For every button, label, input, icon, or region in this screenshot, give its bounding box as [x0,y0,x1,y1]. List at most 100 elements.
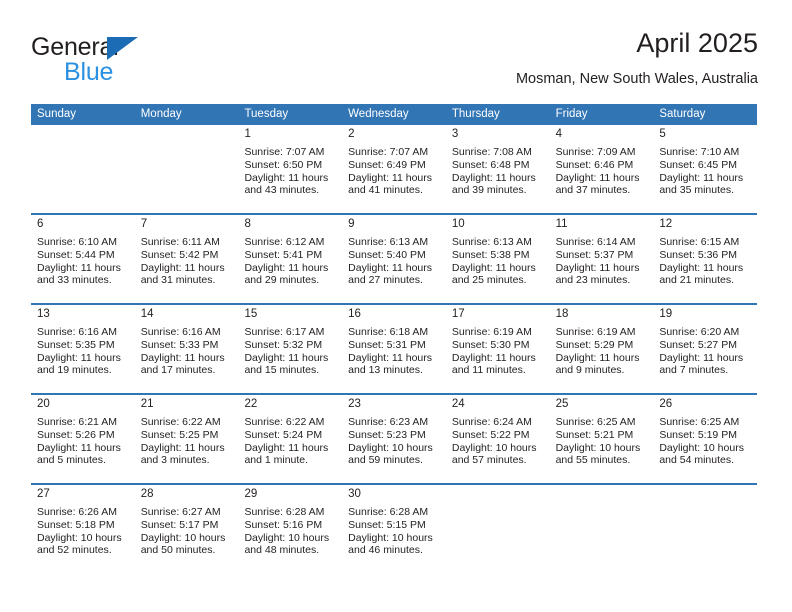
day-cell[interactable]: 2 Sunrise: 7:07 AM Sunset: 6:49 PM Daylight… [342,125,446,213]
day-details: Sunrise: 6:25 AM Sunset: 5:21 PM Daylight:… [550,413,654,467]
calendar-week-cells: 6 Sunrise: 6:10 AM Sunset: 5:44 PM Daylight… [31,215,758,303]
daylight-text-line1: Daylight: 11 hours [37,351,121,364]
day-number: 18 [555,308,569,320]
day-number: 13 [37,308,50,320]
day-cell[interactable]: 17 Sunrise: 6:19 AM Sunset: 5:30 PM Dayligh… [445,305,550,393]
sunset-text: Sunset: 5:37 PM [555,248,634,261]
day-number: 12 [659,218,673,230]
sunset-text: Sunset: 5:16 PM [244,518,323,531]
sunset-text: Sunset: 5:26 PM [37,428,115,441]
general-blue-logo[interactable]: General Blue [31,34,211,92]
day-details: Sunrise: 6:22 AM Sunset: 5:24 PM Daylight:… [238,413,342,467]
day-details: Sunrise: 6:28 AM Sunset: 5:15 PM Daylight:… [342,503,446,557]
calendar-grid: Sunday Monday Tuesday Wednesday Thursday… [31,104,758,573]
weekday-monday: Monday [140,108,182,120]
day-number: 4 [555,128,562,140]
day-details: Sunrise: 6:15 AM Sunset: 5:36 PM Daylight:… [653,233,757,287]
daylight-text-line1: Daylight: 11 hours [451,261,536,274]
sunrise-text: Sunrise: 6:13 AM [348,236,429,248]
day-details: Sunrise: 6:25 AM Sunset: 5:19 PM Daylight:… [653,413,757,467]
sunset-text: Sunset: 5:31 PM [348,338,426,351]
sunset-text: Sunset: 5:42 PM [140,248,219,261]
day-cell[interactable]: 8 Sunrise: 6:12 AM Sunset: 5:41 PM Daylight… [238,215,343,303]
sunrise-text: Sunrise: 6:10 AM [37,236,117,248]
sunrise-text: Sunrise: 6:16 AM [140,326,221,338]
daylight-text-line2: and 5 minutes. [37,454,106,467]
daylight-text-line2: and 50 minutes. [140,544,216,557]
sunrise-text: Sunrise: 6:15 AM [659,236,740,248]
day-cell[interactable]: 4 Sunrise: 7:09 AM Sunset: 6:46 PM Daylight… [549,125,654,213]
day-cell[interactable]: 1 Sunrise: 7:07 AM Sunset: 6:50 PM Daylight… [238,125,343,213]
day-cell[interactable]: 15 Sunrise: 6:17 AM Sunset: 5:32 PM Dayligh… [238,305,343,393]
day-cell[interactable]: 25 Sunrise: 6:25 AM Sunset: 5:21 PM Dayligh… [549,395,654,483]
day-cell[interactable]: 9 Sunrise: 6:13 AM Sunset: 5:40 PM Daylight… [342,215,446,303]
day-cell[interactable]: 10 Sunrise: 6:13 AM Sunset: 5:38 PM Dayligh… [445,215,550,303]
sunrise-text: Sunrise: 7:09 AM [555,146,636,158]
page-title: April 2025 [636,28,758,58]
day-cell-empty [134,125,239,213]
day-cell[interactable]: 21 Sunrise: 6:22 AM Sunset: 5:25 PM Dayligh… [134,395,239,483]
weekday-friday: Friday [555,108,588,120]
day-cell[interactable]: 20 Sunrise: 6:21 AM Sunset: 5:26 PM Dayligh… [31,395,135,483]
daylight-text-line1: Daylight: 11 hours [140,351,225,364]
day-details: Sunrise: 6:21 AM Sunset: 5:26 PM Daylight:… [31,413,135,467]
day-details: Sunrise: 6:16 AM Sunset: 5:33 PM Daylight:… [135,323,239,377]
day-cell-empty [445,485,550,573]
day-number: 21 [140,398,154,410]
day-details: Sunrise: 6:23 AM Sunset: 5:23 PM Daylight:… [342,413,446,467]
day-cell[interactable]: 19 Sunrise: 6:20 AM Sunset: 5:27 PM Dayligh… [653,305,758,393]
day-cell[interactable]: 23 Sunrise: 6:23 AM Sunset: 5:23 PM Dayligh… [342,395,446,483]
day-cell[interactable]: 27 Sunrise: 6:26 AM Sunset: 5:18 PM Dayligh… [31,485,135,573]
day-number [446,485,550,503]
sunset-text: Sunset: 5:15 PM [348,518,426,531]
day-cell[interactable]: 18 Sunrise: 6:19 AM Sunset: 5:29 PM Dayligh… [549,305,654,393]
day-cell[interactable]: 11 Sunrise: 6:14 AM Sunset: 5:37 PM Dayligh… [549,215,654,303]
day-number: 19 [659,308,673,320]
sunrise-text: Sunrise: 6:27 AM [140,506,221,518]
daylight-text-line2: and 48 minutes. [244,544,320,557]
daylight-text-line1: Daylight: 11 hours [555,351,640,364]
day-cell[interactable]: 22 Sunrise: 6:22 AM Sunset: 5:24 PM Dayligh… [238,395,343,483]
day-number: 28 [140,488,154,500]
day-cell[interactable]: 3 Sunrise: 7:08 AM Sunset: 6:48 PM Daylight… [445,125,550,213]
daylight-text-line1: Daylight: 11 hours [451,351,536,364]
daylight-text-line1: Daylight: 11 hours [555,261,640,274]
day-cell[interactable]: 24 Sunrise: 6:24 AM Sunset: 5:22 PM Dayligh… [445,395,550,483]
day-cell[interactable]: 12 Sunrise: 6:15 AM Sunset: 5:36 PM Dayligh… [653,215,758,303]
daylight-text-line1: Daylight: 10 hours [244,531,330,544]
sunrise-text: Sunrise: 7:07 AM [244,146,325,158]
day-number: 7 [140,218,148,230]
day-number: 3 [451,128,459,140]
weekday-wednesday: Wednesday [348,108,409,120]
day-cell[interactable]: 14 Sunrise: 6:16 AM Sunset: 5:33 PM Dayligh… [134,305,239,393]
day-cell[interactable]: 29 Sunrise: 6:28 AM Sunset: 5:16 PM Dayligh… [238,485,343,573]
day-cell[interactable]: 26 Sunrise: 6:25 AM Sunset: 5:19 PM Dayligh… [653,395,758,483]
day-cell[interactable]: 16 Sunrise: 6:18 AM Sunset: 5:31 PM Dayligh… [342,305,446,393]
sunset-text: Sunset: 5:25 PM [140,428,219,441]
day-cell[interactable]: 7 Sunrise: 6:11 AM Sunset: 5:42 PM Daylight… [134,215,239,303]
day-number: 11 [555,218,568,230]
day-cell[interactable]: 5 Sunrise: 7:10 AM Sunset: 6:45 PM Daylight… [653,125,758,213]
calendar-week-row: 13 Sunrise: 6:16 AM Sunset: 5:35 PM Dayligh… [31,303,758,393]
sunset-text: Sunset: 6:50 PM [244,158,323,171]
day-details: Sunrise: 6:18 AM Sunset: 5:31 PM Daylight:… [342,323,446,377]
daylight-text-line2: and 15 minutes. [244,364,320,377]
daylight-text-line1: Daylight: 11 hours [140,261,225,274]
title-block: April 2025 Mosman, New South Wales, Aust… [516,26,758,88]
daylight-text-line2: and 59 minutes. [348,454,423,467]
sunset-text: Sunset: 5:38 PM [451,248,530,261]
daylight-text-line1: Daylight: 11 hours [348,261,433,274]
day-cell[interactable]: 28 Sunrise: 6:27 AM Sunset: 5:17 PM Dayligh… [134,485,239,573]
sunset-text: Sunset: 5:19 PM [659,428,737,441]
daylight-text-line1: Daylight: 10 hours [348,531,433,544]
sunset-text: Sunset: 5:17 PM [140,518,219,531]
day-cell[interactable]: 30 Sunrise: 6:28 AM Sunset: 5:15 PM Dayligh… [342,485,446,573]
sunset-text: Sunset: 6:48 PM [451,158,530,171]
sunrise-text: Sunrise: 6:19 AM [555,326,636,338]
day-details: Sunrise: 6:19 AM Sunset: 5:30 PM Daylight:… [446,323,550,377]
day-details: Sunrise: 7:07 AM Sunset: 6:49 PM Daylight:… [342,143,446,197]
day-cell[interactable]: 13 Sunrise: 6:16 AM Sunset: 5:35 PM Dayligh… [31,305,135,393]
logo-text-blue: Blue [64,58,114,86]
logo-text-general: General [31,33,119,61]
day-cell[interactable]: 6 Sunrise: 6:10 AM Sunset: 5:44 PM Daylight… [31,215,135,303]
